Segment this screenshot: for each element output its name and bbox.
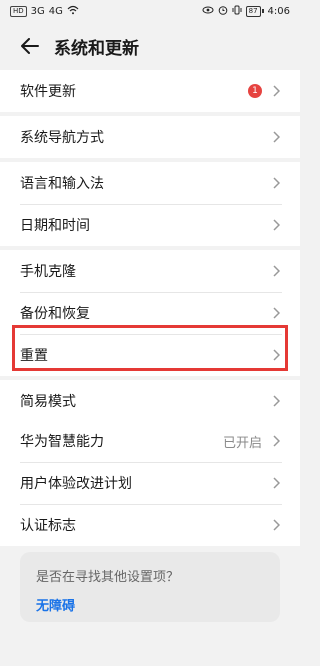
system-navigation-label: 系统导航方式 (20, 130, 104, 146)
network-4g-indicator: 4G (48, 5, 63, 17)
chevron-right-icon (270, 219, 282, 231)
eye-comfort-icon (202, 6, 214, 17)
reset-highlight-box (12, 325, 288, 371)
language-input-item[interactable]: 语言和输入法 (0, 162, 300, 204)
clock-time: 4:06 (267, 5, 290, 17)
chevron-right-icon (270, 519, 282, 531)
group-huawei-features: 华为智慧能力 已开启 用户体验改进计划 认证标志 (0, 420, 300, 546)
group-navigation: 系统导航方式 (0, 116, 300, 158)
status-left: HD 3G 4G (10, 5, 79, 18)
chevron-right-icon (270, 435, 282, 447)
hd-indicator: HD (10, 5, 27, 17)
date-time-item[interactable]: 日期和时间 (0, 204, 300, 246)
vibrate-icon (232, 5, 242, 18)
chevron-right-icon (270, 477, 282, 489)
help-question: 是否在寻找其他设置项？ (36, 570, 180, 585)
battery-level: 87 (245, 5, 261, 17)
status-right: 87 4:06 (202, 5, 290, 18)
group-language-date: 语言和输入法 日期和时间 (0, 162, 300, 246)
back-button[interactable] (8, 22, 52, 70)
help-card: 是否在寻找其他设置项？ 无障碍 (20, 552, 280, 622)
page-title: 系统和更新 (54, 38, 139, 59)
phone-clone-label: 手机克隆 (20, 264, 76, 280)
backup-restore-label: 备份和恢复 (20, 306, 90, 322)
software-update-label: 软件更新 (20, 84, 76, 100)
certification-item[interactable]: 认证标志 (0, 504, 300, 546)
chevron-right-icon (270, 265, 282, 277)
arrow-left-icon (21, 38, 39, 54)
wifi-icon (67, 5, 79, 18)
user-experience-label: 用户体验改进计划 (20, 476, 132, 492)
huawei-intelligence-label: 华为智慧能力 (20, 434, 104, 450)
network-3g-indicator: 3G (30, 5, 45, 17)
chevron-right-icon (270, 395, 282, 407)
date-time-label: 日期和时间 (20, 218, 90, 234)
header: 系统和更新 (0, 22, 300, 70)
simple-mode-item[interactable]: 简易模式 (0, 380, 300, 422)
huawei-intelligence-item[interactable]: 华为智慧能力 已开启 (0, 420, 300, 462)
user-experience-item[interactable]: 用户体验改进计划 (0, 462, 300, 504)
phone-clone-item[interactable]: 手机克隆 (0, 250, 300, 292)
group-simple-mode: 简易模式 (0, 380, 300, 422)
simple-mode-label: 简易模式 (20, 394, 76, 410)
software-update-item[interactable]: 软件更新 1 (0, 70, 300, 112)
system-navigation-item[interactable]: 系统导航方式 (0, 116, 300, 158)
status-bar: HD 3G 4G 87 4:06 (0, 0, 300, 22)
alarm-icon (218, 5, 228, 18)
chevron-right-icon (270, 177, 282, 189)
chevron-right-icon (270, 85, 282, 97)
update-badge: 1 (248, 84, 262, 98)
huawei-intelligence-status: 已开启 (222, 435, 262, 451)
battery-icon: 87 (245, 5, 264, 17)
chevron-right-icon (270, 131, 282, 143)
accessibility-link[interactable]: 无障碍 (36, 595, 264, 614)
certification-label: 认证标志 (20, 518, 76, 534)
language-input-label: 语言和输入法 (20, 176, 104, 192)
group-software-update: 软件更新 1 (0, 70, 300, 112)
chevron-right-icon (270, 307, 282, 319)
